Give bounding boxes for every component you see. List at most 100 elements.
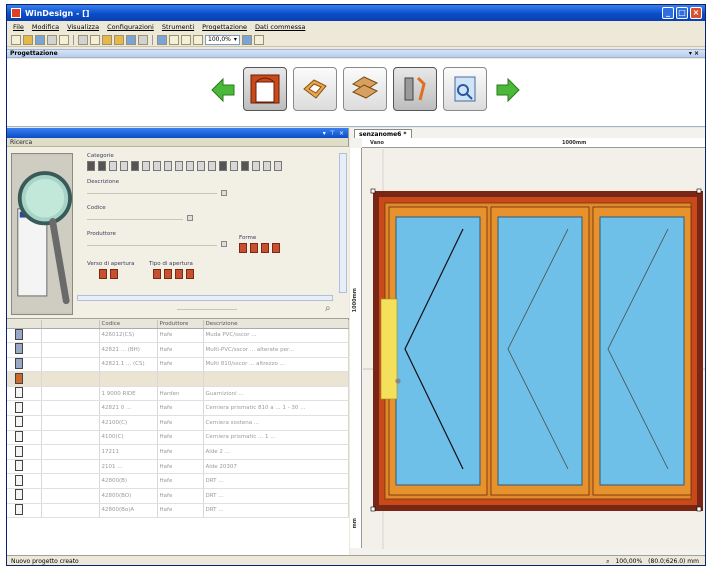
category-frame-icon[interactable]	[87, 161, 95, 171]
table-row[interactable]: 42821 ... (BH) Hafe Multi-PVC/sscor ... al…	[7, 342, 349, 358]
category-misc-icon[interactable]	[274, 161, 282, 171]
step-preview-button[interactable]	[443, 67, 487, 111]
forward-arrow-icon[interactable]	[495, 77, 521, 103]
opening-sliding-icon[interactable]	[186, 269, 194, 279]
panel-menu-icon[interactable]: ▾	[323, 130, 326, 137]
minimize-icon[interactable]: _	[662, 7, 674, 19]
table-row[interactable]: 42800(B) Hafe DRT ...	[7, 473, 349, 490]
resize-handle[interactable]	[370, 188, 376, 194]
table-row[interactable]: 426012(CS) Hafe Muda PVC/sscor ...	[7, 328, 349, 344]
col-producer-header[interactable]: Produttore	[157, 320, 204, 329]
category-lock-icon[interactable]	[164, 161, 172, 171]
code-clear-button[interactable]	[187, 215, 193, 221]
zoom-in-icon[interactable]	[181, 34, 191, 45]
category-glass-icon[interactable]	[120, 161, 128, 171]
menu-dati-commessa[interactable]: Dati commessa	[255, 23, 305, 31]
category-angle-icon[interactable]	[219, 161, 227, 171]
copy-icon[interactable]	[90, 34, 100, 45]
save-icon[interactable]	[35, 34, 45, 45]
category-bar-icon[interactable]	[197, 161, 205, 171]
search-tab[interactable]: Ricerca	[7, 138, 348, 147]
print-icon[interactable]	[47, 34, 57, 45]
table-row[interactable]: 1 9000 RIDE Harden Guarnizioni ...	[7, 386, 349, 402]
category-mullion-icon[interactable]	[109, 161, 117, 171]
pin-icon[interactable]: ▾ ×	[689, 50, 699, 57]
category-panel-icon[interactable]	[208, 161, 216, 171]
glass-2[interactable]	[497, 216, 583, 486]
menu-configurazioni[interactable]: Configurazioni	[107, 23, 154, 31]
category-sash-icon[interactable]	[98, 161, 106, 171]
category-joint-icon[interactable]	[252, 161, 260, 171]
preview-icon[interactable]	[59, 34, 69, 45]
pointer-icon[interactable]	[241, 34, 252, 45]
paste-icon[interactable]	[102, 34, 112, 45]
category-seal-icon[interactable]	[142, 161, 150, 171]
table-row[interactable]: 42800(Bo)A Hafe DRT ...	[7, 503, 349, 519]
close-icon[interactable]: ×	[690, 7, 702, 19]
redo-icon[interactable]	[138, 34, 148, 45]
code-field[interactable]	[87, 219, 183, 220]
opening-tilt-turn-icon[interactable]	[175, 269, 183, 279]
zoom-select[interactable]: 100,0% ▾	[205, 34, 240, 45]
category-bead-icon[interactable]	[131, 161, 139, 171]
handle-knob[interactable]	[395, 378, 401, 384]
glass-3[interactable]	[599, 216, 685, 486]
glass-1[interactable]	[395, 216, 481, 486]
step-sash-button[interactable]	[343, 67, 387, 111]
drawing-canvas[interactable]	[363, 149, 705, 549]
resize-handle[interactable]	[370, 506, 376, 512]
table-row[interactable]	[7, 371, 349, 387]
producer-dropdown-button[interactable]	[221, 241, 227, 247]
direction-right-icon[interactable]	[110, 269, 118, 279]
new-file-icon[interactable]	[11, 34, 21, 45]
table-row[interactable]: 42100(C) Hafe Cerniera sostena ...	[7, 415, 349, 431]
back-arrow-icon[interactable]	[210, 77, 236, 103]
zoom-out-icon[interactable]	[193, 34, 203, 45]
step-hardware-button[interactable]	[393, 67, 437, 111]
menu-progettazione[interactable]: Progettazione	[202, 23, 247, 31]
col-blank-header[interactable]	[41, 320, 100, 329]
producer-field[interactable]	[87, 245, 217, 246]
menu-strumenti[interactable]: Strumenti	[162, 23, 194, 31]
search-scrollbar-horizontal[interactable]	[77, 295, 333, 301]
menu-modifica[interactable]: Modifica	[32, 23, 59, 31]
paste-special-icon[interactable]	[114, 34, 124, 45]
table-row[interactable]: 42821.1 ... (CS) Hafe Multi 810/sscor ... …	[7, 357, 349, 373]
undo-icon[interactable]	[126, 34, 136, 45]
table-row[interactable]: 42800(BO) Hafe DRT ...	[7, 488, 349, 504]
description-field[interactable]	[87, 193, 217, 194]
category-t-icon[interactable]	[230, 161, 238, 171]
panel-close-icon[interactable]: ×	[339, 130, 344, 137]
category-corner-icon[interactable]	[186, 161, 194, 171]
resize-handle[interactable]	[696, 506, 702, 512]
resize-handle[interactable]	[696, 188, 702, 194]
table-row[interactable]: 17211 Hafe Alde 2 ...	[7, 444, 349, 460]
description-clear-button[interactable]	[221, 190, 227, 196]
direction-left-icon[interactable]	[99, 269, 107, 279]
category-screw-icon[interactable]	[263, 161, 271, 171]
shape-arch-icon[interactable]	[250, 243, 258, 253]
panel-pin-icon[interactable]: ⊤	[330, 130, 335, 137]
handle-plate[interactable]	[380, 298, 398, 400]
open-folder-icon[interactable]	[23, 34, 33, 45]
col-icon-header[interactable]	[7, 320, 42, 329]
step-frame-button[interactable]	[243, 67, 287, 111]
window-icon[interactable]	[253, 34, 264, 45]
search-scrollbar-vertical[interactable]	[339, 153, 347, 293]
category-handle-icon[interactable]	[175, 161, 183, 171]
menu-visualizza[interactable]: Visualizza	[67, 23, 99, 31]
category-tee-icon[interactable]	[241, 161, 249, 171]
col-code-header[interactable]: Codice	[99, 320, 158, 329]
category-hinge-icon[interactable]	[153, 161, 161, 171]
pencil-icon[interactable]	[169, 34, 179, 45]
menu-file[interactable]: File	[13, 23, 24, 31]
col-description-header[interactable]: Descrizione	[203, 320, 349, 329]
shape-rect-icon[interactable]	[239, 243, 247, 253]
table-row[interactable]: 4100(C) Hafe Cerniera prismatic ... 1 ...	[7, 430, 349, 446]
maximize-icon[interactable]: □	[676, 7, 688, 19]
opening-casement-icon[interactable]	[153, 269, 161, 279]
select-icon[interactable]	[157, 34, 167, 45]
drawing-tab[interactable]: senzanome6 *	[354, 129, 412, 138]
cut-icon[interactable]	[78, 34, 88, 45]
table-row[interactable]: 2101 ... Hafe Alde 20307	[7, 459, 349, 475]
